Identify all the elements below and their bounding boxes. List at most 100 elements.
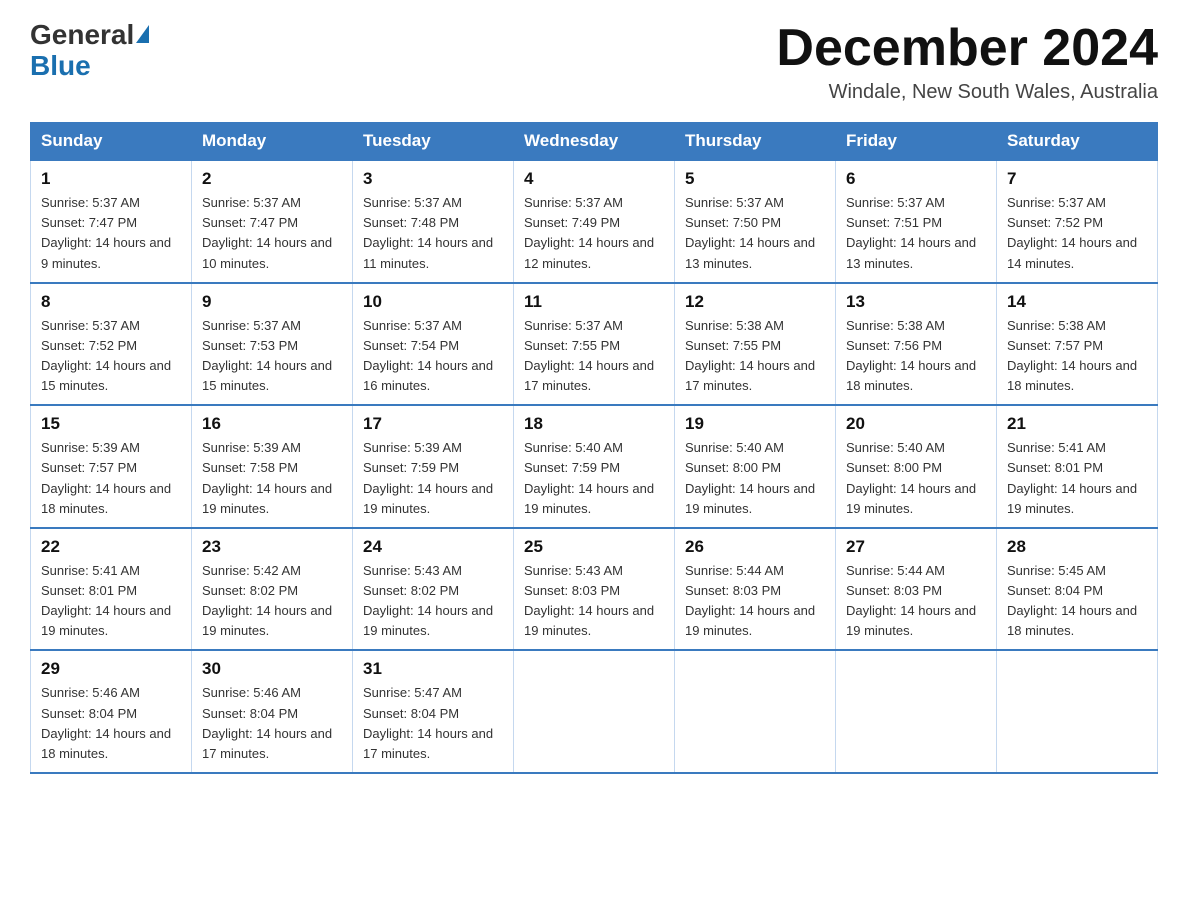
day-info: Sunrise: 5:39 AMSunset: 7:59 PMDaylight:… bbox=[363, 440, 493, 515]
day-info: Sunrise: 5:39 AMSunset: 7:57 PMDaylight:… bbox=[41, 440, 171, 515]
day-info: Sunrise: 5:37 AMSunset: 7:54 PMDaylight:… bbox=[363, 318, 493, 393]
calendar-table: Sunday Monday Tuesday Wednesday Thursday… bbox=[30, 122, 1158, 774]
calendar-week-1: 1 Sunrise: 5:37 AMSunset: 7:47 PMDayligh… bbox=[31, 160, 1158, 283]
day-number: 24 bbox=[363, 537, 503, 557]
table-row: 11 Sunrise: 5:37 AMSunset: 7:55 PMDaylig… bbox=[514, 283, 675, 406]
day-info: Sunrise: 5:44 AMSunset: 8:03 PMDaylight:… bbox=[846, 563, 976, 638]
day-number: 30 bbox=[202, 659, 342, 679]
table-row: 20 Sunrise: 5:40 AMSunset: 8:00 PMDaylig… bbox=[836, 405, 997, 528]
day-info: Sunrise: 5:37 AMSunset: 7:53 PMDaylight:… bbox=[202, 318, 332, 393]
day-info: Sunrise: 5:41 AMSunset: 8:01 PMDaylight:… bbox=[1007, 440, 1137, 515]
logo-triangle-icon bbox=[136, 25, 149, 43]
day-number: 5 bbox=[685, 169, 825, 189]
col-friday: Friday bbox=[836, 123, 997, 161]
calendar-week-2: 8 Sunrise: 5:37 AMSunset: 7:52 PMDayligh… bbox=[31, 283, 1158, 406]
day-info: Sunrise: 5:37 AMSunset: 7:52 PMDaylight:… bbox=[1007, 195, 1137, 270]
table-row: 27 Sunrise: 5:44 AMSunset: 8:03 PMDaylig… bbox=[836, 528, 997, 651]
day-info: Sunrise: 5:38 AMSunset: 7:55 PMDaylight:… bbox=[685, 318, 815, 393]
table-row: 13 Sunrise: 5:38 AMSunset: 7:56 PMDaylig… bbox=[836, 283, 997, 406]
table-row: 14 Sunrise: 5:38 AMSunset: 7:57 PMDaylig… bbox=[997, 283, 1158, 406]
table-row: 29 Sunrise: 5:46 AMSunset: 8:04 PMDaylig… bbox=[31, 650, 192, 773]
day-info: Sunrise: 5:42 AMSunset: 8:02 PMDaylight:… bbox=[202, 563, 332, 638]
day-number: 25 bbox=[524, 537, 664, 557]
table-row: 7 Sunrise: 5:37 AMSunset: 7:52 PMDayligh… bbox=[997, 160, 1158, 283]
day-info: Sunrise: 5:46 AMSunset: 8:04 PMDaylight:… bbox=[41, 685, 171, 760]
table-row: 12 Sunrise: 5:38 AMSunset: 7:55 PMDaylig… bbox=[675, 283, 836, 406]
location-subtitle: Windale, New South Wales, Australia bbox=[776, 81, 1158, 104]
day-number: 28 bbox=[1007, 537, 1147, 557]
table-row: 16 Sunrise: 5:39 AMSunset: 7:58 PMDaylig… bbox=[192, 405, 353, 528]
logo-general-text: General bbox=[30, 20, 134, 51]
col-saturday: Saturday bbox=[997, 123, 1158, 161]
month-year-title: December 2024 bbox=[776, 20, 1158, 77]
table-row: 21 Sunrise: 5:41 AMSunset: 8:01 PMDaylig… bbox=[997, 405, 1158, 528]
table-row: 4 Sunrise: 5:37 AMSunset: 7:49 PMDayligh… bbox=[514, 160, 675, 283]
logo: General Blue bbox=[30, 20, 149, 82]
table-row: 24 Sunrise: 5:43 AMSunset: 8:02 PMDaylig… bbox=[353, 528, 514, 651]
table-row: 5 Sunrise: 5:37 AMSunset: 7:50 PMDayligh… bbox=[675, 160, 836, 283]
day-info: Sunrise: 5:37 AMSunset: 7:52 PMDaylight:… bbox=[41, 318, 171, 393]
col-tuesday: Tuesday bbox=[353, 123, 514, 161]
table-row bbox=[836, 650, 997, 773]
day-number: 14 bbox=[1007, 292, 1147, 312]
day-number: 23 bbox=[202, 537, 342, 557]
page-header: General Blue December 2024 Windale, New … bbox=[30, 20, 1158, 104]
day-number: 11 bbox=[524, 292, 664, 312]
day-info: Sunrise: 5:38 AMSunset: 7:57 PMDaylight:… bbox=[1007, 318, 1137, 393]
calendar-header-row: Sunday Monday Tuesday Wednesday Thursday… bbox=[31, 123, 1158, 161]
day-number: 9 bbox=[202, 292, 342, 312]
table-row bbox=[675, 650, 836, 773]
day-info: Sunrise: 5:43 AMSunset: 8:02 PMDaylight:… bbox=[363, 563, 493, 638]
table-row: 9 Sunrise: 5:37 AMSunset: 7:53 PMDayligh… bbox=[192, 283, 353, 406]
logo-blue-text: Blue bbox=[30, 51, 91, 82]
day-info: Sunrise: 5:40 AMSunset: 7:59 PMDaylight:… bbox=[524, 440, 654, 515]
day-number: 3 bbox=[363, 169, 503, 189]
day-info: Sunrise: 5:46 AMSunset: 8:04 PMDaylight:… bbox=[202, 685, 332, 760]
day-number: 10 bbox=[363, 292, 503, 312]
table-row: 15 Sunrise: 5:39 AMSunset: 7:57 PMDaylig… bbox=[31, 405, 192, 528]
day-info: Sunrise: 5:43 AMSunset: 8:03 PMDaylight:… bbox=[524, 563, 654, 638]
day-number: 1 bbox=[41, 169, 181, 189]
calendar-week-3: 15 Sunrise: 5:39 AMSunset: 7:57 PMDaylig… bbox=[31, 405, 1158, 528]
day-number: 7 bbox=[1007, 169, 1147, 189]
day-number: 17 bbox=[363, 414, 503, 434]
day-info: Sunrise: 5:40 AMSunset: 8:00 PMDaylight:… bbox=[846, 440, 976, 515]
day-number: 16 bbox=[202, 414, 342, 434]
table-row: 18 Sunrise: 5:40 AMSunset: 7:59 PMDaylig… bbox=[514, 405, 675, 528]
day-number: 13 bbox=[846, 292, 986, 312]
day-number: 2 bbox=[202, 169, 342, 189]
day-info: Sunrise: 5:40 AMSunset: 8:00 PMDaylight:… bbox=[685, 440, 815, 515]
calendar-week-5: 29 Sunrise: 5:46 AMSunset: 8:04 PMDaylig… bbox=[31, 650, 1158, 773]
day-info: Sunrise: 5:37 AMSunset: 7:50 PMDaylight:… bbox=[685, 195, 815, 270]
day-info: Sunrise: 5:37 AMSunset: 7:47 PMDaylight:… bbox=[41, 195, 171, 270]
table-row: 22 Sunrise: 5:41 AMSunset: 8:01 PMDaylig… bbox=[31, 528, 192, 651]
day-number: 4 bbox=[524, 169, 664, 189]
day-number: 26 bbox=[685, 537, 825, 557]
day-number: 31 bbox=[363, 659, 503, 679]
table-row: 3 Sunrise: 5:37 AMSunset: 7:48 PMDayligh… bbox=[353, 160, 514, 283]
day-number: 20 bbox=[846, 414, 986, 434]
table-row: 31 Sunrise: 5:47 AMSunset: 8:04 PMDaylig… bbox=[353, 650, 514, 773]
day-info: Sunrise: 5:37 AMSunset: 7:47 PMDaylight:… bbox=[202, 195, 332, 270]
table-row: 1 Sunrise: 5:37 AMSunset: 7:47 PMDayligh… bbox=[31, 160, 192, 283]
col-sunday: Sunday bbox=[31, 123, 192, 161]
day-info: Sunrise: 5:44 AMSunset: 8:03 PMDaylight:… bbox=[685, 563, 815, 638]
day-number: 8 bbox=[41, 292, 181, 312]
col-wednesday: Wednesday bbox=[514, 123, 675, 161]
day-number: 15 bbox=[41, 414, 181, 434]
day-info: Sunrise: 5:37 AMSunset: 7:48 PMDaylight:… bbox=[363, 195, 493, 270]
table-row: 23 Sunrise: 5:42 AMSunset: 8:02 PMDaylig… bbox=[192, 528, 353, 651]
table-row: 26 Sunrise: 5:44 AMSunset: 8:03 PMDaylig… bbox=[675, 528, 836, 651]
day-info: Sunrise: 5:38 AMSunset: 7:56 PMDaylight:… bbox=[846, 318, 976, 393]
col-thursday: Thursday bbox=[675, 123, 836, 161]
table-row: 25 Sunrise: 5:43 AMSunset: 8:03 PMDaylig… bbox=[514, 528, 675, 651]
day-number: 22 bbox=[41, 537, 181, 557]
day-number: 12 bbox=[685, 292, 825, 312]
table-row: 8 Sunrise: 5:37 AMSunset: 7:52 PMDayligh… bbox=[31, 283, 192, 406]
table-row: 19 Sunrise: 5:40 AMSunset: 8:00 PMDaylig… bbox=[675, 405, 836, 528]
day-number: 29 bbox=[41, 659, 181, 679]
day-info: Sunrise: 5:37 AMSunset: 7:51 PMDaylight:… bbox=[846, 195, 976, 270]
day-info: Sunrise: 5:47 AMSunset: 8:04 PMDaylight:… bbox=[363, 685, 493, 760]
day-info: Sunrise: 5:37 AMSunset: 7:49 PMDaylight:… bbox=[524, 195, 654, 270]
table-row: 17 Sunrise: 5:39 AMSunset: 7:59 PMDaylig… bbox=[353, 405, 514, 528]
